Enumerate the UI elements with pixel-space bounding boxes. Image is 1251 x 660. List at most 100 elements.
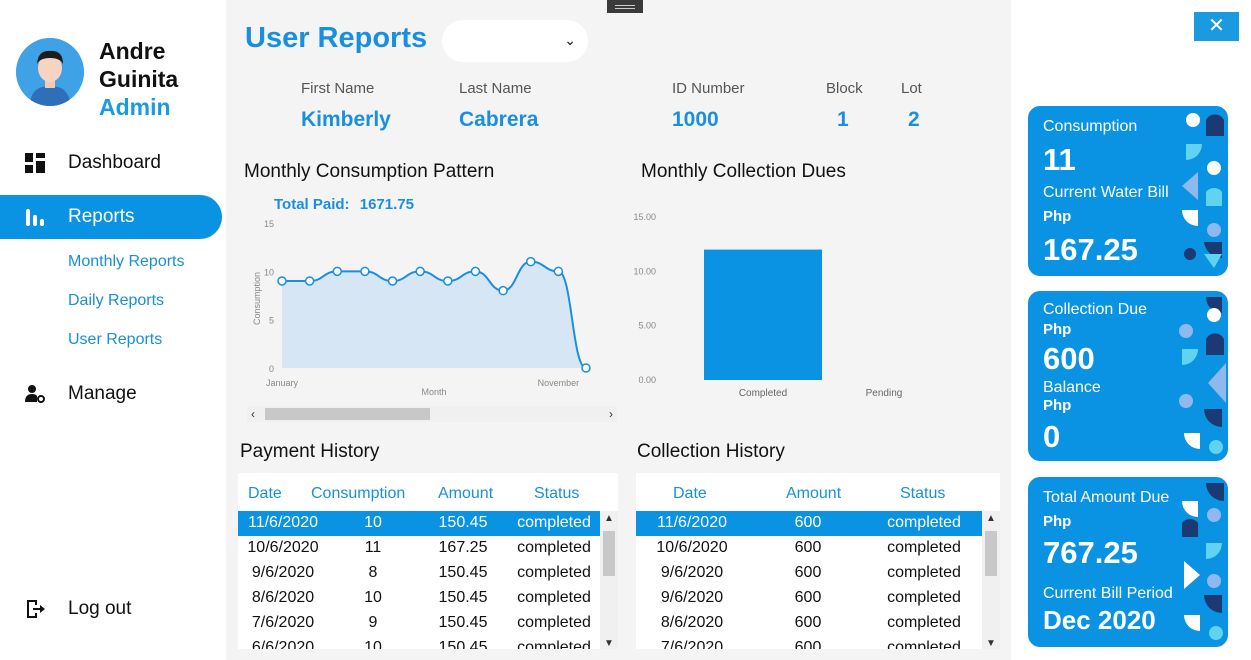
nav-user-reports[interactable]: User Reports [68,331,162,349]
y-tick-label: 0.00 [638,375,656,385]
col-date[interactable]: Date [673,485,707,503]
table-header: Date Amount Status [636,473,1000,511]
table-cell: 11/6/2020 [657,514,727,531]
table-row[interactable]: 11/6/2020 600 completed [636,511,982,536]
scroll-thumb[interactable] [265,408,430,420]
table-cell: 10 [364,589,382,606]
nav-manage[interactable]: Manage [0,372,222,416]
payment-history-title: Payment History [240,441,380,462]
bill-period-value: Dec 2020 [1043,605,1156,635]
nav-dashboard[interactable]: Dashboard [0,141,222,185]
data-point [498,285,508,296]
scroll-left-icon[interactable]: ‹ [251,406,255,422]
water-bill-value: 167.25 [1043,232,1138,267]
table-cell: 8/6/2020 [660,614,724,631]
y-tick-label: 5 [269,316,274,326]
user-role: Admin [99,94,171,120]
dashboard-icon [25,153,45,173]
scroll-thumb[interactable] [985,531,997,576]
table-cell: 150.45 [438,514,488,531]
table-row[interactable]: 11/6/2020 10 150.45 completed [238,511,600,536]
table-cell: completed [517,589,591,606]
scroll-up-icon[interactable]: ▲ [604,513,614,524]
nav-daily-reports[interactable]: Daily Reports [68,292,164,310]
table-cell: completed [517,639,591,649]
table-row[interactable]: 7/6/2020 600 completed [636,636,982,649]
balance-label: Balance [1043,379,1101,396]
col-status[interactable]: Status [900,485,945,503]
table-cell: completed [887,589,961,606]
collection-card: Collection Due Php 600 Balance Php 0 [1028,291,1228,461]
table-cell: completed [517,564,591,581]
y-tick-label: 5.00 [638,321,656,331]
consumption-chart: 15 10 5 0 Consumption January November Month [252,219,591,397]
close-button[interactable]: ✕ [1194,12,1239,41]
table-cell: 10/6/2020 [656,539,728,556]
lot-value: 2 [908,108,920,131]
y-tick-label: 15 [264,219,274,229]
total-due-value: 767.25 [1043,535,1138,570]
user-last-name: Guinita [99,66,179,92]
col-status[interactable]: Status [534,485,579,503]
bar [704,249,822,380]
bill-period-label: Current Bill Period [1043,585,1173,602]
scroll-up-icon[interactable]: ▲ [986,513,996,524]
col-date[interactable]: Date [248,485,282,503]
consumption-card: Consumption 11 Current Water Bill Php 16… [1028,106,1228,276]
table-cell: completed [887,639,961,649]
table-cell: 600 [794,639,822,649]
table-header: Date Consumption Amount Status [238,473,618,511]
table-row[interactable]: 9/6/2020 8 150.45 completed [238,561,600,586]
nav-monthly-reports[interactable]: Monthly Reports [68,253,185,271]
scroll-thumb[interactable] [603,531,615,576]
user-gear-icon [25,385,45,403]
scroll-down-icon[interactable]: ▼ [604,638,614,649]
table-cell: completed [887,514,961,531]
table-cell: completed [887,564,961,581]
table-cell: 150.45 [438,614,488,631]
card-decoration [1182,113,1224,268]
table-row[interactable]: 8/6/2020 600 completed [636,611,982,636]
total-due-card: Total Amount Due Php 767.25 Current Bill… [1028,477,1228,647]
col-amount[interactable]: Amount [786,485,841,503]
chart-horizontal-scrollbar[interactable]: ‹ › [247,406,617,422]
collection-table-scrollbar[interactable]: ▲ ▼ [982,511,1000,649]
first-name-label: First Name [301,80,375,97]
data-point [470,266,481,277]
block-value: 1 [837,108,849,131]
table-cell: 7/6/2020 [251,614,315,631]
table-cell: 10 [364,514,382,531]
table-cell: 600 [794,614,822,631]
table-row[interactable]: 9/6/2020 600 completed [636,586,982,611]
collection-due-value: 600 [1043,341,1095,376]
collection-dues-chart: 15.00 10.00 5.00 0.00 Completed Pending [633,212,902,399]
col-consumption[interactable]: Consumption [311,485,405,503]
payment-table-scrollbar[interactable]: ▲ ▼ [600,511,618,649]
user-select[interactable]: ⌄ [442,20,588,62]
table-cell: 600 [794,589,822,606]
table-cell: 600 [794,514,822,531]
table-row[interactable]: 7/6/2020 9 150.45 completed [238,611,600,636]
nav-reports[interactable]: Reports [0,195,222,239]
scroll-right-icon[interactable]: › [609,406,613,422]
data-point [415,266,425,277]
table-row[interactable]: 10/6/2020 11 167.25 completed [238,536,600,561]
table-row[interactable]: 9/6/2020 600 completed [636,561,982,586]
nav-logout[interactable]: Log out [0,587,222,631]
table-row[interactable]: 10/6/2020 600 completed [636,536,982,561]
drag-handle[interactable] [607,0,643,13]
col-amount[interactable]: Amount [438,485,493,503]
consumption-label: Consumption [1043,118,1138,135]
currency-label: Php [1043,397,1072,414]
table-cell: completed [887,614,961,631]
x-tick-label: January [266,378,299,388]
id-number-value: 1000 [672,108,719,131]
collection-chart-title: Monthly Collection Dues [641,161,846,182]
table-cell: 150.45 [438,589,488,606]
table-row[interactable]: 8/6/2020 10 150.45 completed [238,586,600,611]
table-cell: 9/6/2020 [251,564,315,581]
table-cell: 6/6/2020 [251,639,315,649]
table-cell: 8/6/2020 [251,589,315,606]
table-row[interactable]: 6/6/2020 10 150.45 completed [238,636,600,649]
scroll-down-icon[interactable]: ▼ [986,638,996,649]
